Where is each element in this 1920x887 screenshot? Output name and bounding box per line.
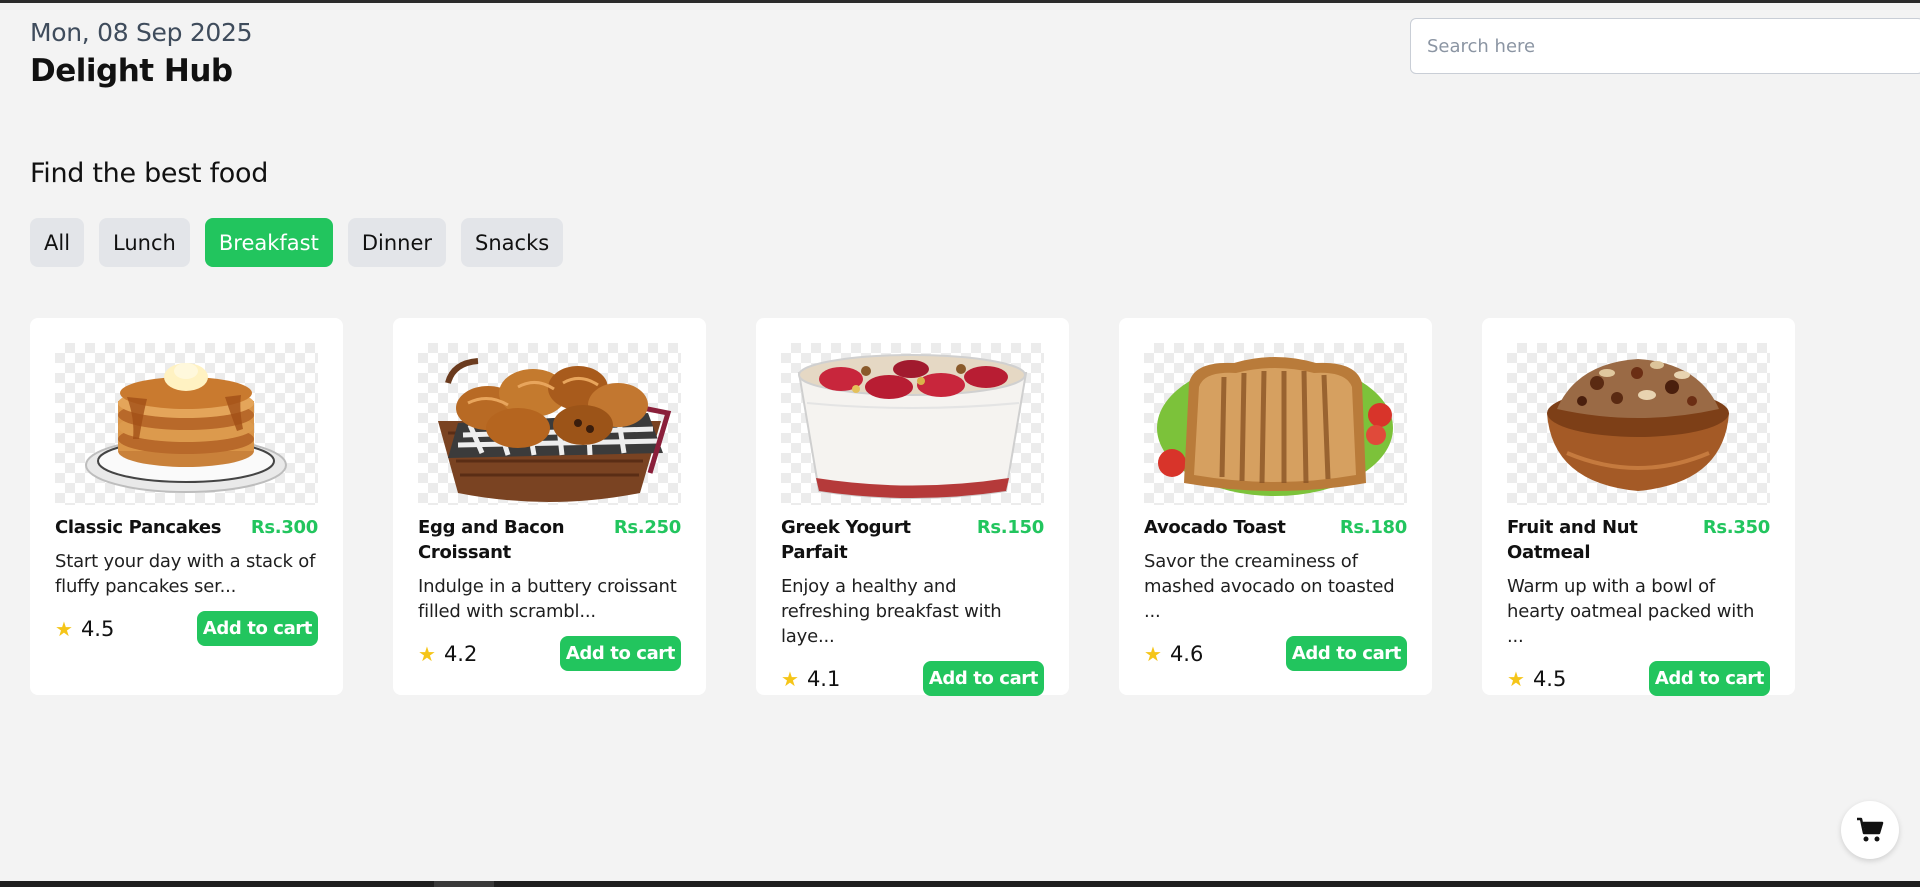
food-name: Avocado Toast — [1144, 517, 1286, 538]
shopping-cart-icon — [1857, 817, 1884, 842]
food-price: Rs.150 — [976, 517, 1044, 538]
food-description: Savor the creaminess of mashed avocado o… — [1144, 551, 1395, 622]
top-border — [0, 0, 1920, 3]
filter-dinner[interactable]: Dinner — [347, 218, 447, 267]
food-card-list: Classic Pancakes Rs.300 Start your day w… — [30, 318, 1795, 696]
food-card: Egg and Bacon Croissant Rs.250 Indulge i… — [393, 318, 706, 695]
food-card: Greek Yogurt Parfait Rs.150 Enjoy a heal… — [756, 318, 1069, 696]
search-input[interactable] — [1410, 18, 1920, 74]
food-name: Greek Yogurt Parfait — [781, 517, 911, 563]
category-filters: All Lunch Breakfast Dinner Snacks — [30, 218, 564, 267]
bottom-border — [0, 881, 1920, 887]
food-rating: ★ 4.5 — [1507, 666, 1567, 691]
food-rating: ★ 4.1 — [781, 666, 841, 691]
filter-breakfast[interactable]: Breakfast — [204, 218, 333, 267]
section-title: Find the best food — [30, 158, 269, 189]
filter-snacks[interactable]: Snacks — [461, 218, 564, 267]
food-description: Enjoy a healthy and refreshing breakfast… — [781, 576, 1002, 647]
food-price: Rs.300 — [250, 517, 318, 538]
food-price: Rs.350 — [1702, 517, 1770, 538]
food-image-avocado-toast — [1144, 343, 1407, 505]
food-image-pancakes — [55, 343, 318, 505]
current-date: Mon, 08 Sep 2025 — [30, 18, 253, 47]
bottom-scroll-indicator — [434, 881, 494, 887]
food-card: Classic Pancakes Rs.300 Start your day w… — [30, 318, 343, 695]
add-to-cart-button[interactable]: Add to cart — [196, 611, 318, 646]
add-to-cart-button[interactable]: Add to cart — [1648, 661, 1770, 696]
filter-all[interactable]: All — [30, 218, 85, 267]
food-price: Rs.180 — [1339, 517, 1407, 538]
food-price: Rs.250 — [613, 517, 681, 538]
brand-title: Delight Hub — [30, 53, 233, 89]
add-to-cart-button[interactable]: Add to cart — [1285, 636, 1407, 671]
food-image-croissant — [418, 343, 681, 505]
floating-cart-button[interactable] — [1841, 801, 1899, 859]
star-icon: ★ — [1507, 666, 1525, 691]
add-to-cart-button[interactable]: Add to cart — [559, 636, 681, 671]
food-name: Fruit and Nut Oatmeal — [1507, 517, 1638, 563]
food-rating: ★ 4.2 — [418, 641, 478, 666]
food-name: Egg and Bacon Croissant — [418, 517, 565, 563]
food-rating: ★ 4.5 — [55, 616, 115, 641]
food-name: Classic Pancakes — [55, 517, 222, 538]
food-image-oatmeal — [1507, 343, 1770, 505]
star-icon: ★ — [1144, 641, 1162, 666]
food-card: Fruit and Nut Oatmeal Rs.350 Warm up wit… — [1482, 318, 1795, 696]
food-image-yogurt-parfait — [781, 343, 1044, 505]
food-card: Avocado Toast Rs.180 Savor the creamines… — [1119, 318, 1432, 695]
add-to-cart-button[interactable]: Add to cart — [922, 661, 1044, 696]
star-icon: ★ — [781, 666, 799, 691]
food-rating: ★ 4.6 — [1144, 641, 1204, 666]
filter-lunch[interactable]: Lunch — [99, 218, 190, 267]
food-description: Warm up with a bowl of hearty oatmeal pa… — [1507, 576, 1755, 647]
food-description: Start your day with a stack of fluffy pa… — [55, 551, 316, 597]
star-icon: ★ — [418, 641, 436, 666]
star-icon: ★ — [55, 616, 73, 641]
food-description: Indulge in a buttery croissant filled wi… — [418, 576, 677, 622]
